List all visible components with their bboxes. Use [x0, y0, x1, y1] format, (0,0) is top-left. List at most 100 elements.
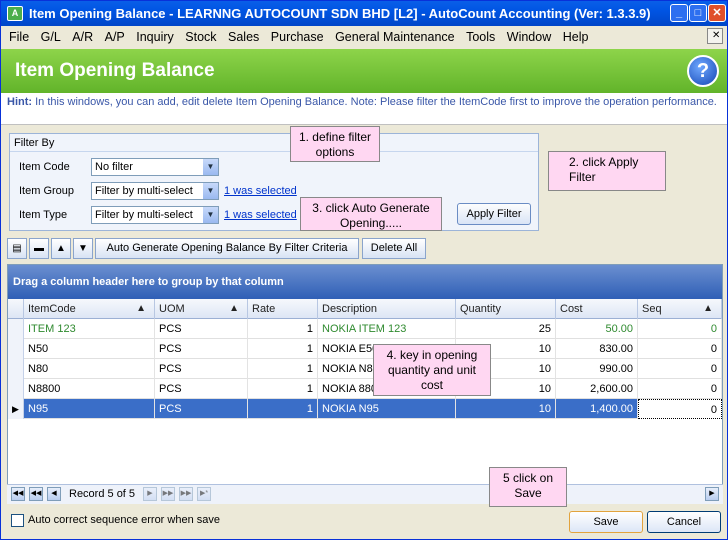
- cell-quantity[interactable]: 25: [456, 319, 556, 339]
- cell-quantity[interactable]: 10: [456, 399, 556, 419]
- item-type-select[interactable]: Filter by multi-select ▼: [91, 206, 219, 224]
- menu-purchase[interactable]: Purchase: [267, 30, 328, 44]
- app-icon: A: [7, 6, 23, 21]
- menu-window[interactable]: Window: [503, 30, 555, 44]
- record-navigator: ◀◀ ◀◀ ◀ Record 5 of 5 ▶ ▶▶ ▶▶ ▶* ▶: [7, 484, 723, 504]
- chevron-down-icon[interactable]: ▼: [203, 207, 218, 223]
- auto-correct-label: Auto correct sequence error when save: [28, 514, 220, 526]
- help-icon[interactable]: ?: [687, 55, 719, 87]
- cell-uom[interactable]: PCS: [155, 359, 248, 379]
- move-down-icon[interactable]: ▼: [73, 238, 93, 259]
- cell-itemcode[interactable]: N80: [24, 359, 155, 379]
- close-button[interactable]: ✕: [708, 4, 726, 22]
- table-row[interactable]: ITEM 123 PCS 1 NOKIA ITEM 123 25 50.00 0: [8, 319, 722, 339]
- column-header-description[interactable]: Description: [318, 299, 456, 319]
- append-record-icon[interactable]: ▶*: [197, 487, 211, 501]
- item-code-label: Item Code: [19, 161, 70, 173]
- cell-itemcode[interactable]: N8800: [24, 379, 155, 399]
- table-row[interactable]: N80 PCS 1 NOKIA N80 10 990.00 0: [8, 359, 722, 379]
- auto-generate-button[interactable]: Auto Generate Opening Balance By Filter …: [95, 238, 359, 259]
- menu-tools[interactable]: Tools: [462, 30, 499, 44]
- cell-seq-editing[interactable]: 0: [638, 399, 722, 419]
- cell-itemcode[interactable]: N95: [24, 399, 155, 419]
- menu-inquiry[interactable]: Inquiry: [132, 30, 178, 44]
- cell-rate[interactable]: 1: [248, 359, 318, 379]
- column-header-uom[interactable]: UOM ▲: [155, 299, 248, 319]
- prev-record-icon[interactable]: ◀: [47, 487, 61, 501]
- minimize-button[interactable]: _: [670, 4, 688, 22]
- group-by-panel[interactable]: Drag a column header here to group by th…: [8, 265, 722, 299]
- cell-rate[interactable]: 1: [248, 379, 318, 399]
- cell-uom[interactable]: PCS: [155, 399, 248, 419]
- cell-rate[interactable]: 1: [248, 319, 318, 339]
- cancel-button[interactable]: Cancel: [647, 511, 721, 533]
- last-record-icon[interactable]: ▶▶: [179, 487, 193, 501]
- item-group-label: Item Group: [19, 185, 75, 197]
- menu-sales[interactable]: Sales: [224, 30, 263, 44]
- next-page-icon[interactable]: ▶▶: [161, 487, 175, 501]
- mdi-close-icon[interactable]: ✕: [707, 28, 723, 44]
- column-header-quantity[interactable]: Quantity: [456, 299, 556, 319]
- item-group-link[interactable]: 1 was selected: [224, 185, 297, 197]
- menu-gl[interactable]: G/L: [37, 30, 65, 44]
- cell-seq[interactable]: 0: [638, 379, 722, 399]
- cell-cost[interactable]: 990.00: [556, 359, 638, 379]
- cell-itemcode[interactable]: ITEM 123: [24, 319, 155, 339]
- hint-text: In this windows, you can add, edit delet…: [35, 96, 717, 108]
- cell-cost[interactable]: 1,400.00: [556, 399, 638, 419]
- cell-cost[interactable]: 50.00: [556, 319, 638, 339]
- cell-cost[interactable]: 2,600.00: [556, 379, 638, 399]
- delete-all-button[interactable]: Delete All: [362, 238, 426, 259]
- maximize-button[interactable]: □: [689, 4, 707, 22]
- chevron-down-icon[interactable]: ▼: [203, 183, 218, 199]
- menu-file[interactable]: File: [1, 30, 33, 44]
- cell-uom[interactable]: PCS: [155, 339, 248, 359]
- row-indicator: [8, 379, 24, 399]
- menu-ar[interactable]: A/R: [68, 30, 97, 44]
- cell-itemcode[interactable]: N50: [24, 339, 155, 359]
- cell-uom[interactable]: PCS: [155, 319, 248, 339]
- save-button[interactable]: Save: [569, 511, 643, 533]
- scroll-right-icon[interactable]: ▶: [705, 487, 719, 501]
- cell-rate[interactable]: 1: [248, 339, 318, 359]
- item-type-link[interactable]: 1 was selected: [224, 209, 297, 221]
- cell-rate[interactable]: 1: [248, 399, 318, 419]
- auto-correct-checkbox[interactable]: [11, 514, 24, 527]
- next-record-icon[interactable]: ▶: [143, 487, 157, 501]
- item-code-select[interactable]: No filter ▼: [91, 158, 219, 176]
- item-group-select[interactable]: Filter by multi-select ▼: [91, 182, 219, 200]
- table-row[interactable]: N8800 PCS 1 NOKIA 8800 10 2,600.00 0: [8, 379, 722, 399]
- cell-cost[interactable]: 830.00: [556, 339, 638, 359]
- column-header-rate[interactable]: Rate: [248, 299, 318, 319]
- cell-seq[interactable]: 0: [638, 339, 722, 359]
- page-header: Item Opening Balance ?: [1, 49, 727, 93]
- sort-asc-icon: ▲: [703, 303, 713, 314]
- opening-balance-grid: Drag a column header here to group by th…: [7, 264, 723, 504]
- menu-general-maintenance[interactable]: General Maintenance: [331, 30, 459, 44]
- menu-ap[interactable]: A/P: [101, 30, 129, 44]
- cell-seq[interactable]: 0: [638, 319, 722, 339]
- cell-description[interactable]: NOKIA N95: [318, 399, 456, 419]
- menu-help[interactable]: Help: [559, 30, 593, 44]
- sort-asc-icon: ▲: [136, 303, 146, 314]
- column-header-itemcode[interactable]: ItemCode ▲: [24, 299, 155, 319]
- first-record-icon[interactable]: ◀◀: [11, 487, 25, 501]
- table-row-selected[interactable]: ▶ N95 PCS 1 NOKIA N95 10 1,400.00 0: [8, 399, 722, 419]
- column-label: Seq: [642, 303, 662, 315]
- column-header-cost[interactable]: Cost: [556, 299, 638, 319]
- menu-stock[interactable]: Stock: [181, 30, 220, 44]
- cell-uom[interactable]: PCS: [155, 379, 248, 399]
- cell-seq[interactable]: 0: [638, 359, 722, 379]
- document-icon[interactable]: ▤: [7, 238, 27, 259]
- callout-step5: 5 click on Save: [489, 467, 567, 507]
- column-header-seq[interactable]: Seq ▲: [638, 299, 722, 319]
- minus-icon[interactable]: ▬: [29, 238, 49, 259]
- cell-description[interactable]: NOKIA ITEM 123: [318, 319, 456, 339]
- prev-page-icon[interactable]: ◀◀: [29, 487, 43, 501]
- apply-filter-button[interactable]: Apply Filter: [457, 203, 531, 225]
- table-row[interactable]: N50 PCS 1 NOKIA E50 10 830.00 0: [8, 339, 722, 359]
- hint-label: Hint:: [7, 96, 33, 108]
- move-up-icon[interactable]: ▲: [51, 238, 71, 259]
- main-window: A Item Opening Balance - LEARNNG AUTOCOU…: [0, 0, 728, 540]
- chevron-down-icon[interactable]: ▼: [203, 159, 218, 175]
